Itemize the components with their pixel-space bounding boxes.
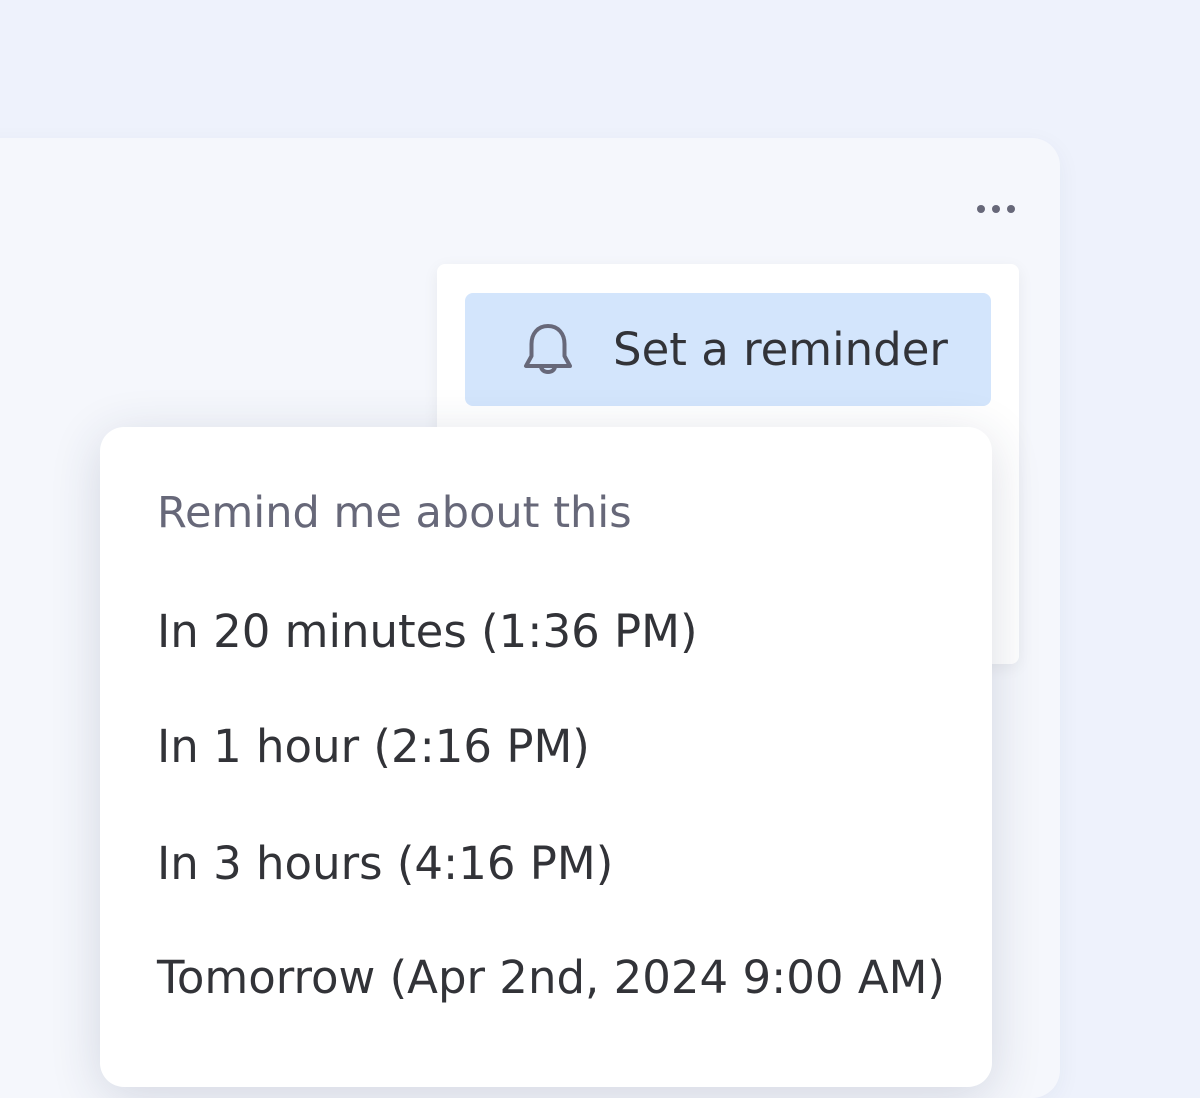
reminder-panel: Remind me about this In 20 minutes (1:36… (100, 427, 992, 1087)
bell-icon (524, 324, 572, 374)
set-reminder-button[interactable]: Set a reminder (465, 293, 991, 406)
reminder-option-tomorrow[interactable]: Tomorrow (Apr 2nd, 2024 9:00 AM) (157, 948, 945, 1008)
reminder-panel-heading: Remind me about this (157, 488, 632, 538)
reminder-option-1-hour[interactable]: In 1 hour (2:16 PM) (157, 717, 590, 777)
more-options-button[interactable] (964, 190, 1028, 228)
reminder-option-20-minutes[interactable]: In 20 minutes (1:36 PM) (157, 602, 698, 662)
reminder-option-3-hours[interactable]: In 3 hours (4:16 PM) (157, 834, 613, 894)
ellipsis-dot (992, 205, 1000, 213)
ellipsis-dot (977, 205, 985, 213)
ellipsis-dot (1007, 205, 1015, 213)
set-reminder-label: Set a reminder (613, 323, 948, 376)
